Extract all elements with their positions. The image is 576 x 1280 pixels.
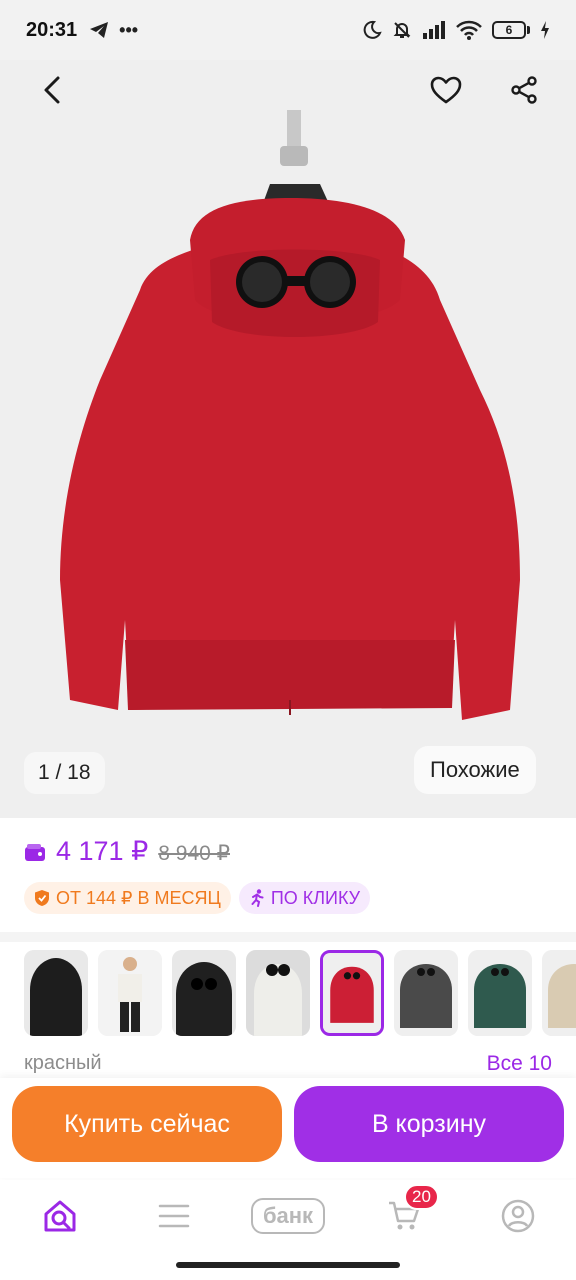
price-badges: ОТ 144 ₽ В МЕСЯЦ ПО КЛИКУ [24, 882, 371, 914]
moon-icon [363, 20, 382, 39]
variant-swatch[interactable] [394, 950, 458, 1036]
variant-swatch[interactable] [468, 950, 532, 1036]
variant-swatch[interactable] [542, 950, 576, 1036]
nav-catalog[interactable] [156, 1196, 192, 1236]
click-label: ПО КЛИКУ [270, 887, 361, 908]
current-price: 4 171 ₽ [56, 836, 149, 866]
bank-label: банк [251, 1198, 325, 1234]
back-button[interactable] [24, 62, 80, 118]
chevron-left-icon [44, 76, 60, 104]
variant-swatch[interactable] [172, 950, 236, 1036]
wifi-icon [456, 20, 482, 40]
image-counter: 1 / 18 [24, 752, 105, 794]
nav-profile[interactable] [498, 1196, 538, 1236]
share-icon [511, 76, 537, 104]
home-indicator[interactable] [176, 1262, 400, 1268]
telegram-icon [90, 22, 109, 38]
old-price: 8 940 ₽ [158, 842, 230, 865]
home-search-icon [44, 1200, 76, 1232]
variant-swatch[interactable] [24, 950, 88, 1036]
variant-swatch[interactable] [246, 950, 310, 1036]
battery-level: 6 [492, 21, 526, 39]
nav-home[interactable] [40, 1196, 80, 1236]
nav-cart[interactable]: 20 [384, 1184, 439, 1236]
shield-icon [35, 890, 49, 906]
heart-icon [430, 76, 462, 104]
section-divider [0, 932, 576, 942]
installment-label: ОТ 144 ₽ В МЕСЯЦ [56, 887, 221, 908]
charging-icon [541, 21, 549, 39]
installment-badge[interactable]: ОТ 144 ₽ В МЕСЯЦ [24, 882, 231, 914]
click-badge[interactable]: ПО КЛИКУ [238, 882, 371, 914]
profile-icon [501, 1199, 535, 1233]
all-variants-link[interactable]: Все 10 [487, 1052, 552, 1076]
action-bar: Купить сейчас В корзину [0, 1078, 576, 1178]
status-time: 20:31 [26, 18, 78, 41]
similar-button[interactable]: Похожие [414, 746, 536, 794]
bottom-navigation: банк 20 [0, 1180, 576, 1252]
running-person-icon [251, 889, 264, 907]
favorite-button[interactable] [418, 62, 474, 118]
battery-indicator: 6 [492, 21, 530, 39]
variant-swatch[interactable] [98, 950, 162, 1036]
signal-icon [423, 21, 445, 39]
share-button[interactable] [496, 62, 552, 118]
cart-count-badge: 20 [404, 1184, 439, 1210]
variant-swatch-selected[interactable] [320, 950, 384, 1036]
color-variants [24, 950, 576, 1038]
product-gallery[interactable]: 1 / 18 Похожие [0, 60, 576, 818]
wallet-icon [25, 844, 45, 861]
more-notifications-icon: ••• [119, 19, 139, 40]
status-bar: 20:31 ••• 6 [0, 0, 576, 60]
price-row: 4 171 ₽ 8 940 ₽ [24, 836, 230, 867]
selected-color-label: красный [24, 1052, 102, 1074]
nav-bank[interactable]: банк [251, 1196, 325, 1236]
add-to-cart-button[interactable]: В корзину [294, 1086, 564, 1162]
buy-now-button[interactable]: Купить сейчас [12, 1086, 282, 1162]
menu-icon [158, 1204, 190, 1228]
bell-off-icon [393, 22, 411, 38]
product-photo [0, 60, 576, 818]
